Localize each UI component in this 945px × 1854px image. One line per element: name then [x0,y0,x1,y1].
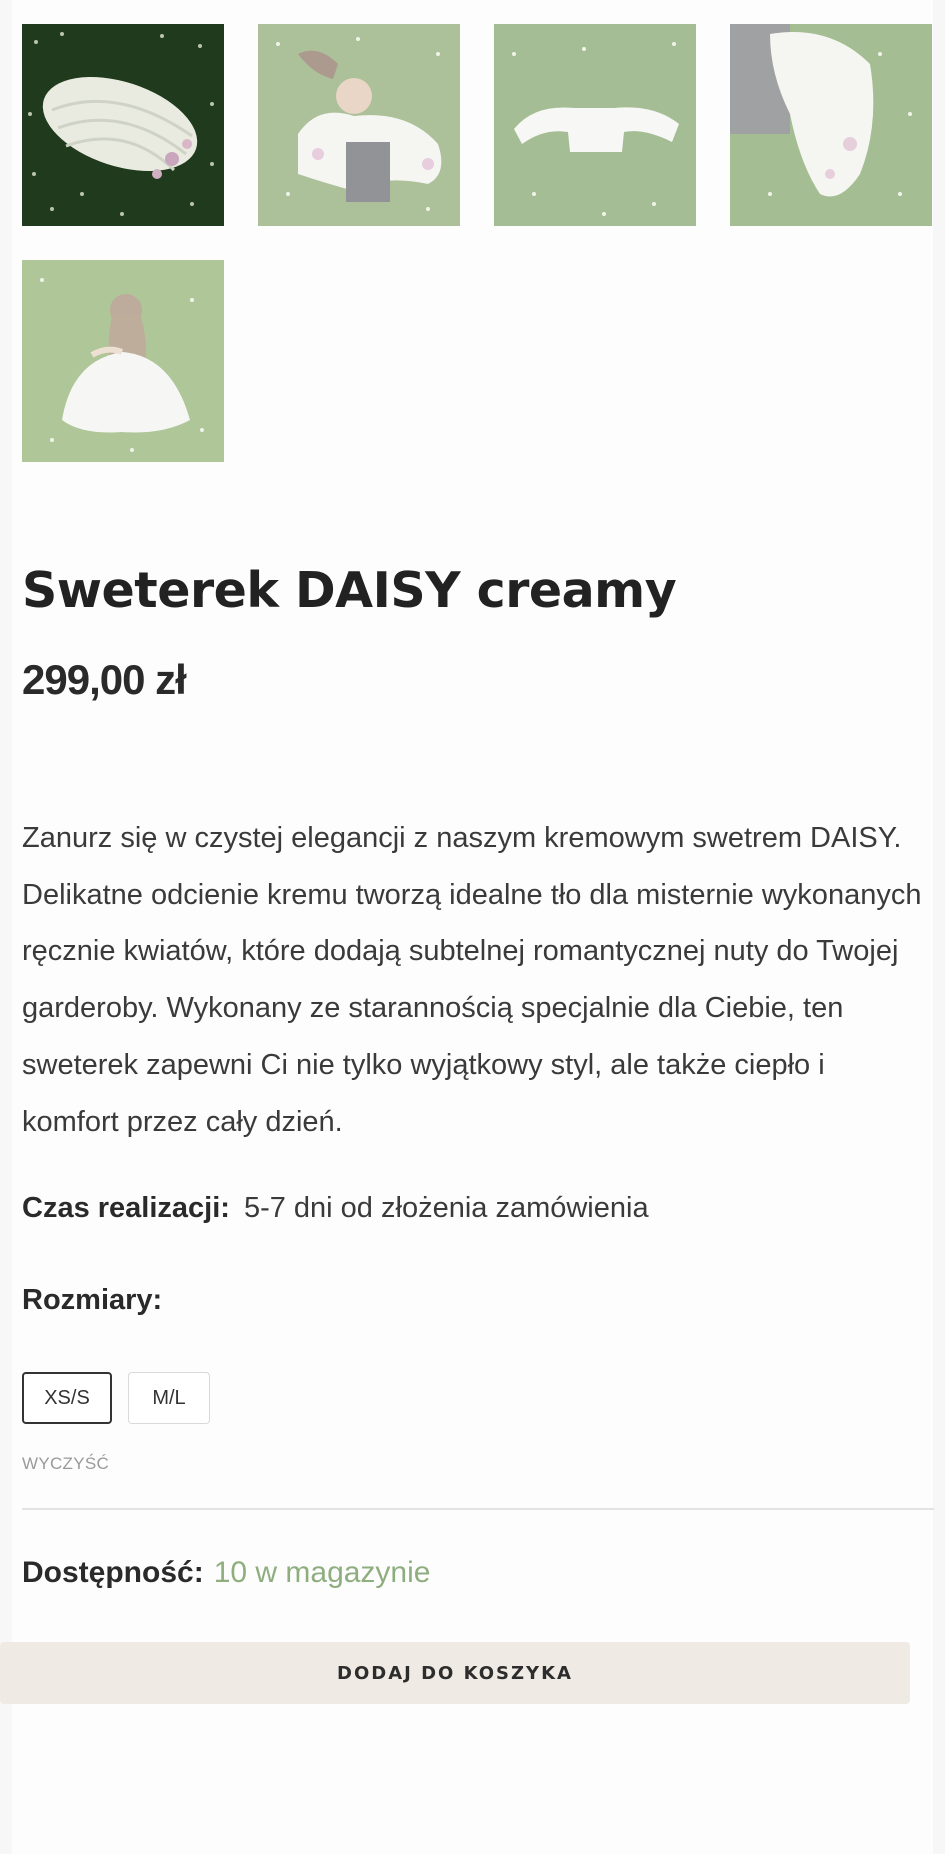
lead-time-row: Czas realizacji: 5-7 dni od złożenia zamó… [22,1192,649,1225]
availability-value: 10 w magazynie [213,1556,431,1589]
availability-label: Dostępność: [22,1556,204,1589]
sizes-label: Rozmiary: [22,1284,163,1316]
lead-time-value: 5-7 dni od złożenia zamówienia [243,1192,649,1224]
product-title: Sweterek DAISY creamy [22,562,677,619]
thumbnail-4[interactable] [730,24,932,226]
thumbnail-5[interactable] [22,260,224,462]
thumbnail-1[interactable] [22,24,224,226]
lead-time-label: Czas realizacji: [22,1192,230,1224]
availability-row: Dostępność: 10 w magazynie [22,1556,430,1590]
size-option-m-l[interactable]: M/L [128,1372,210,1424]
product-description: Zanurz się w czystej elegancji z naszym … [22,822,922,1138]
sweater-flat-image [494,24,696,226]
sweater-sleeve-image [730,24,932,226]
add-to-cart-button[interactable]: DODAJ DO KOSZYKA [0,1642,910,1704]
woman-sitting-image [22,260,224,462]
sweater-folded-image [22,24,224,226]
clear-selection-link[interactable]: WYCZYŚĆ [22,1454,109,1474]
woman-lying-image [258,24,460,226]
thumbnail-2[interactable] [258,24,460,226]
page-left-edge [0,0,12,1854]
divider [22,1508,934,1510]
page-right-edge [933,0,945,1854]
thumbnail-3[interactable] [494,24,696,226]
product-price: 299,00 zł [22,656,187,703]
size-option-xs-s[interactable]: XS/S [22,1372,112,1424]
